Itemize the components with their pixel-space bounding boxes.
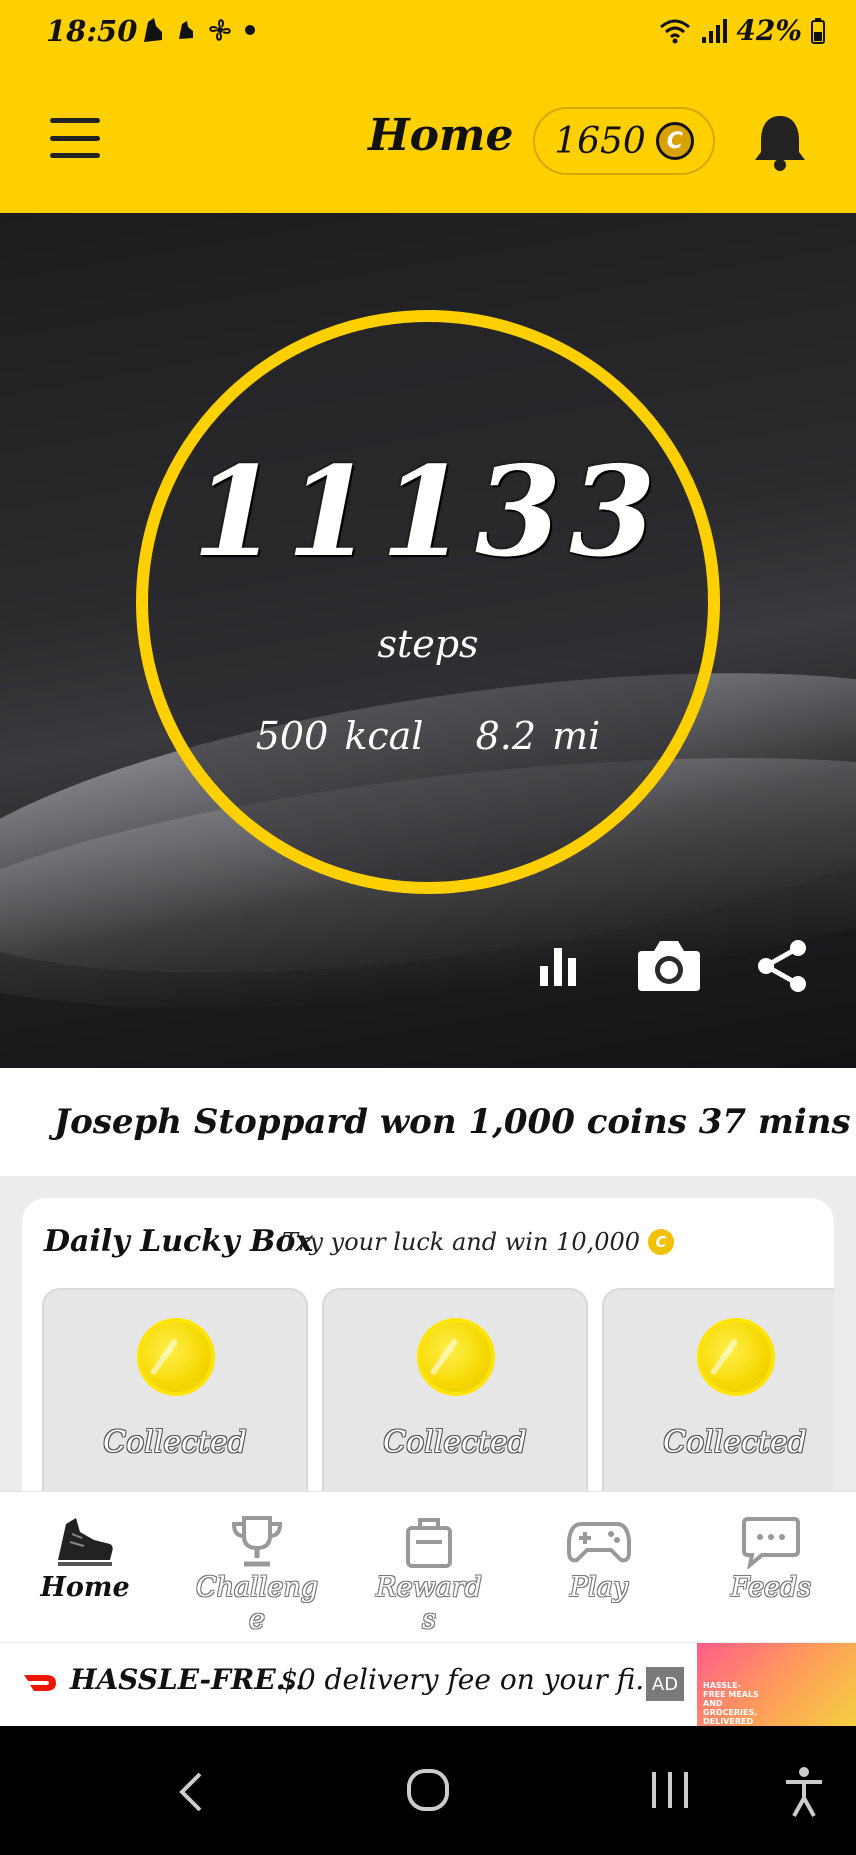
battery-percent: 42% [736,14,802,47]
camera-icon[interactable] [636,939,702,993]
sneaker-icon [58,1518,113,1566]
lucky-box-section: Daily Lucky Box Try your luck and win 10… [0,1176,856,1518]
trophy-icon [231,1516,283,1567]
gamepad-icon [567,1522,631,1563]
nav-challenge-label: Challeng e [195,1572,319,1635]
lucky-box-2[interactable]: Collected [322,1288,588,1518]
lucky-box-status: Collected [103,1425,247,1460]
doordash-logo-icon [24,1675,56,1691]
accessibility-icon[interactable] [782,1766,826,1818]
ad-text: $0 delivery fee on your fi... [280,1663,662,1696]
system-status-icons: 42% [658,14,826,47]
nav-rewards[interactable]: Reward s [364,1512,494,1636]
kcal-value: 500 kcal [255,714,424,758]
bag-icon [406,1518,452,1568]
battery-icon [811,17,825,44]
system-nav-bar [0,1726,856,1855]
coin-icon: C [648,1229,675,1255]
ticker-text: Joseph Stoppard won 1,000 coins 37 mins … [54,1102,856,1142]
nav-play-label: Play [569,1572,629,1603]
back-icon[interactable] [176,1770,204,1814]
step-stats: 500 kcal 8.2 mi [148,714,708,758]
coin-icon: C [655,122,694,160]
gold-coin-icon [701,1322,771,1392]
gold-coin-icon [421,1322,491,1392]
bell-icon[interactable] [752,112,808,172]
home-circle-icon[interactable] [406,1768,450,1812]
menu-icon[interactable] [50,118,100,158]
step-count: 11133 [192,440,664,585]
nav-feeds[interactable]: Feeds [706,1512,836,1604]
lucky-box-3[interactable]: Collected [602,1288,834,1518]
nav-play[interactable]: Play [534,1512,664,1604]
nav-home-label: Home [40,1572,130,1603]
recents-icon[interactable] [648,1770,692,1810]
step-hero: 11133 steps 500 kcal 8.2 mi [0,213,856,1068]
lucky-box-subtitle: Try your luck and win 10,000 C [282,1228,675,1256]
coin-balance: 1650 [554,120,646,162]
ad-image-text: HASSLE-FREE MEALS AND GROCERIES, DELIVER… [703,1681,759,1726]
bar-chart-icon[interactable] [538,944,582,988]
dot-icon [245,25,255,35]
signal-icon [702,18,728,43]
app-header: Home 1650 C [0,70,856,213]
sneaker-notification-icon-2 [179,21,193,39]
lucky-box-title: Daily Lucky Box [44,1224,314,1259]
notification-icons [140,16,256,44]
lucky-box-subtitle-text: Try your luck and win 10,000 [282,1228,641,1256]
nav-rewards-label: Reward s [376,1572,482,1635]
lucky-box-status: Collected [383,1425,527,1460]
distance-value: 8.2 mi [475,714,601,758]
winner-ticker[interactable]: Joseph Stoppard won 1,000 coins 37 mins … [0,1068,856,1176]
lucky-box-card: Daily Lucky Box Try your luck and win 10… [22,1198,834,1518]
nav-home[interactable]: Home [20,1512,150,1604]
nav-feeds-label: Feeds [730,1572,812,1603]
hero-actions [538,938,808,994]
sneaker-notification-icon [144,18,162,42]
nav-challenge[interactable]: Challeng e [192,1512,322,1636]
lucky-box-status: Collected [663,1425,807,1460]
lucky-box-1[interactable]: Collected [42,1288,308,1518]
ad-image[interactable]: HASSLE-FREE MEALS AND GROCERIES, DELIVER… [697,1643,856,1727]
gold-coin-icon [141,1322,211,1392]
chat-icon [742,1517,800,1569]
status-time: 18:50 [46,14,138,48]
status-bar: 18:50 42% [0,0,856,70]
steps-label: steps [377,622,479,666]
ad-banner[interactable]: HASSLE-FRE... $0 delivery fee on your fi… [0,1642,856,1727]
step-ring[interactable]: 11133 steps 500 kcal 8.2 mi [136,310,720,894]
coin-balance-button[interactable]: 1650 C [533,107,715,175]
bottom-nav: Home Challeng e Reward s Play Feeds [0,1491,856,1642]
ad-brand: HASSLE-FRE... [70,1663,305,1696]
ad-badge: AD [646,1667,684,1701]
wifi-icon [660,19,691,43]
share-icon[interactable] [756,938,808,994]
fan-icon [209,19,231,41]
page-title: Home [368,110,514,161]
